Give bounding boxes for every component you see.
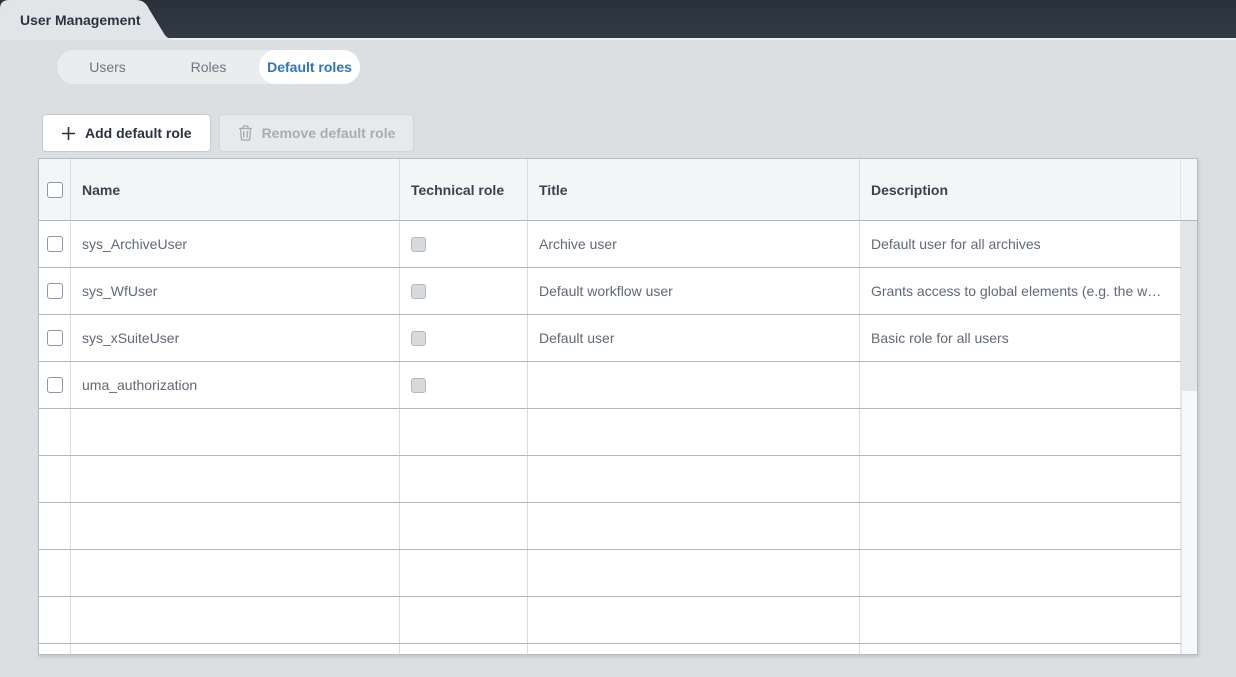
cell-description: Basic role for all users xyxy=(860,315,1181,361)
row-checkbox[interactable] xyxy=(47,377,63,393)
tab-roles[interactable]: Roles xyxy=(158,50,259,84)
cell-technical-role xyxy=(400,362,528,408)
remove-default-role-label: Remove default role xyxy=(262,125,396,141)
table-row-empty xyxy=(39,503,1181,550)
select-all-checkbox[interactable] xyxy=(47,182,63,198)
row-checkbox[interactable] xyxy=(47,283,63,299)
cell-technical-role xyxy=(400,221,528,267)
technical-role-checkbox xyxy=(411,378,426,393)
empty-cell xyxy=(71,409,400,455)
empty-cell xyxy=(400,503,528,549)
empty-cell xyxy=(71,597,400,643)
cell-description xyxy=(860,362,1181,408)
empty-cell xyxy=(400,597,528,643)
empty-cell xyxy=(39,644,71,654)
add-default-role-button[interactable]: Add default role xyxy=(42,114,211,152)
empty-cell xyxy=(71,456,400,502)
cell-technical-role xyxy=(400,268,528,314)
empty-cell xyxy=(528,456,860,502)
row-select-cell xyxy=(39,315,71,361)
tab-user-management[interactable]: User Management xyxy=(0,0,180,40)
empty-cell xyxy=(39,503,71,549)
cell-title: Default user xyxy=(528,315,860,361)
table-header: Name Technical role Title Description xyxy=(39,159,1197,221)
cell-title: Archive user xyxy=(528,221,860,267)
tab-users[interactable]: Users xyxy=(57,50,158,84)
column-header-description[interactable]: Description xyxy=(860,159,1181,220)
app-window: User Management Users Roles Default role… xyxy=(0,0,1236,677)
row-select-cell xyxy=(39,362,71,408)
plus-icon xyxy=(61,126,76,141)
toolbar: Add default role Remove default role xyxy=(42,114,414,152)
cell-name: sys_ArchiveUser xyxy=(71,221,400,267)
table-row-empty xyxy=(39,597,1181,644)
column-header-name[interactable]: Name xyxy=(71,159,400,220)
table-row-empty xyxy=(39,456,1181,503)
header-scrollbar-spacer xyxy=(1181,159,1197,220)
cell-name: uma_authorization xyxy=(71,362,400,408)
empty-cell xyxy=(528,597,860,643)
empty-cell xyxy=(39,409,71,455)
window-tab-bar: User Management xyxy=(0,0,1236,40)
empty-cell xyxy=(71,644,400,654)
table-row-empty xyxy=(39,644,1181,654)
technical-role-checkbox xyxy=(411,237,426,252)
empty-cell xyxy=(860,456,1181,502)
row-checkbox[interactable] xyxy=(47,330,63,346)
header-select-all-cell xyxy=(39,159,71,220)
cell-name: sys_WfUser xyxy=(71,268,400,314)
cell-title xyxy=(528,362,860,408)
cell-description: Grants access to global elements (e.g. t… xyxy=(860,268,1181,314)
empty-cell xyxy=(39,550,71,596)
column-header-technical-role[interactable]: Technical role xyxy=(400,159,528,220)
table-row[interactable]: uma_authorization xyxy=(39,362,1181,409)
technical-role-checkbox xyxy=(411,284,426,299)
scrollbar-thumb[interactable] xyxy=(1182,221,1197,391)
table-row[interactable]: sys_ArchiveUser Archive user Default use… xyxy=(39,221,1181,268)
empty-cell xyxy=(400,409,528,455)
add-default-role-label: Add default role xyxy=(85,125,192,141)
empty-cell xyxy=(528,550,860,596)
empty-cell xyxy=(528,409,860,455)
column-header-title[interactable]: Title xyxy=(528,159,860,220)
cell-technical-role xyxy=(400,315,528,361)
remove-default-role-button: Remove default role xyxy=(219,114,415,152)
table-rows: sys_ArchiveUser Archive user Default use… xyxy=(39,221,1181,654)
table-row-empty xyxy=(39,409,1181,456)
cell-description: Default user for all archives xyxy=(860,221,1181,267)
cell-title: Default workflow user xyxy=(528,268,860,314)
empty-cell xyxy=(860,597,1181,643)
technical-role-checkbox xyxy=(411,331,426,346)
cell-name: sys_xSuiteUser xyxy=(71,315,400,361)
table-row-empty xyxy=(39,550,1181,597)
row-select-cell xyxy=(39,268,71,314)
empty-cell xyxy=(400,550,528,596)
table-row[interactable]: sys_WfUser Default workflow user Grants … xyxy=(39,268,1181,315)
empty-cell xyxy=(528,503,860,549)
vertical-scrollbar[interactable] xyxy=(1181,221,1197,654)
empty-cell xyxy=(39,597,71,643)
table-row[interactable]: sys_xSuiteUser Default user Basic role f… xyxy=(39,315,1181,362)
empty-cell xyxy=(400,644,528,654)
empty-cell xyxy=(860,503,1181,549)
empty-cell xyxy=(400,456,528,502)
empty-cell xyxy=(860,409,1181,455)
empty-cell xyxy=(71,550,400,596)
view-switcher: Users Roles Default roles xyxy=(57,50,360,84)
trash-icon xyxy=(238,125,253,141)
table-body: sys_ArchiveUser Archive user Default use… xyxy=(39,221,1197,654)
default-roles-table: Name Technical role Title Description sy… xyxy=(38,158,1198,655)
empty-cell xyxy=(528,644,860,654)
row-select-cell xyxy=(39,221,71,267)
row-checkbox[interactable] xyxy=(47,236,63,252)
empty-cell xyxy=(71,503,400,549)
empty-cell xyxy=(860,550,1181,596)
tab-title: User Management xyxy=(20,0,141,40)
empty-cell xyxy=(860,644,1181,654)
tab-default-roles[interactable]: Default roles xyxy=(259,50,360,84)
empty-cell xyxy=(39,456,71,502)
